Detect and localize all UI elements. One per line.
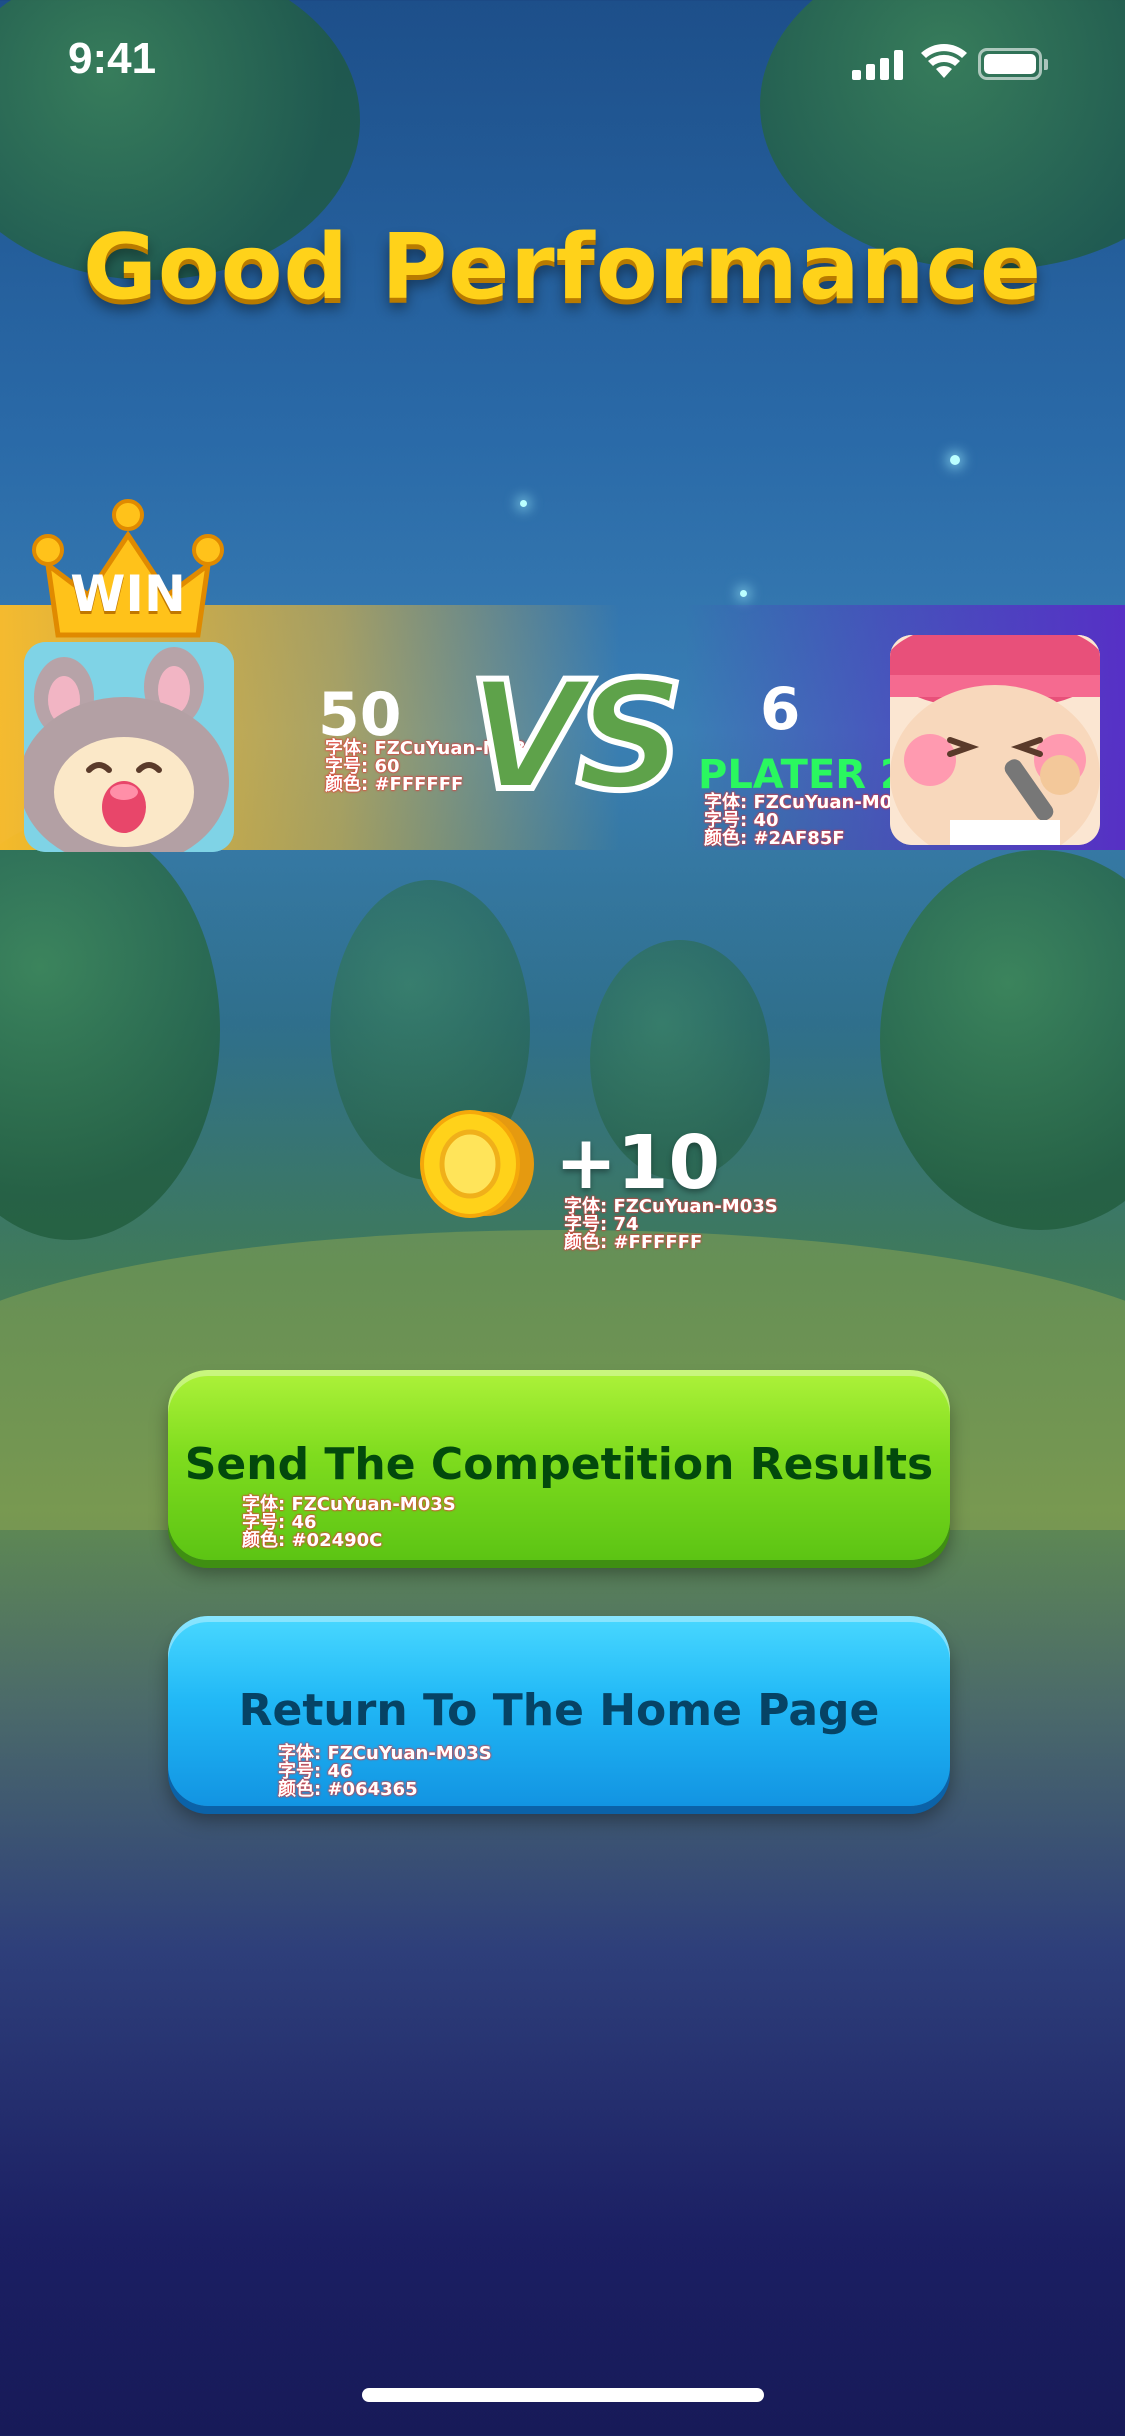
background-scene (0, 0, 1125, 2436)
font-annotation-reward: 字体: FZCuYuan-M03S 字号: 74 颜色: #FFFFFF (564, 1196, 778, 1253)
font-annotation-send: 字体: FZCuYuan-M03S 字号: 46 颜色: #02490C (242, 1494, 456, 1551)
wifi-icon (921, 44, 967, 78)
versus-label: VS (465, 647, 687, 827)
result-title: Good Performance (82, 215, 1043, 320)
win-badge: WIN (70, 565, 186, 623)
cellular-signal-icon (852, 50, 904, 80)
player-2-score: 6 (760, 675, 801, 743)
battery-icon (978, 48, 1048, 80)
reward-amount: +10 (555, 1120, 720, 1206)
status-time: 9:41 (68, 34, 157, 83)
status-bar: 9:41 (0, 0, 1125, 130)
player-1-avatar (24, 642, 234, 852)
font-annotation-home: 字体: FZCuYuan-M03S 字号: 46 颜色: #064365 (278, 1743, 492, 1800)
gold-coin-icon (420, 1110, 534, 1218)
player-2-avatar (890, 635, 1100, 845)
font-annotation-player2: 字体: FZCuYuan-M03S 字号: 40 颜色: #2AF85F (704, 792, 918, 849)
cat-avatar-icon (890, 635, 1100, 845)
bunny-avatar-icon (24, 642, 234, 852)
home-indicator[interactable] (362, 2388, 764, 2402)
